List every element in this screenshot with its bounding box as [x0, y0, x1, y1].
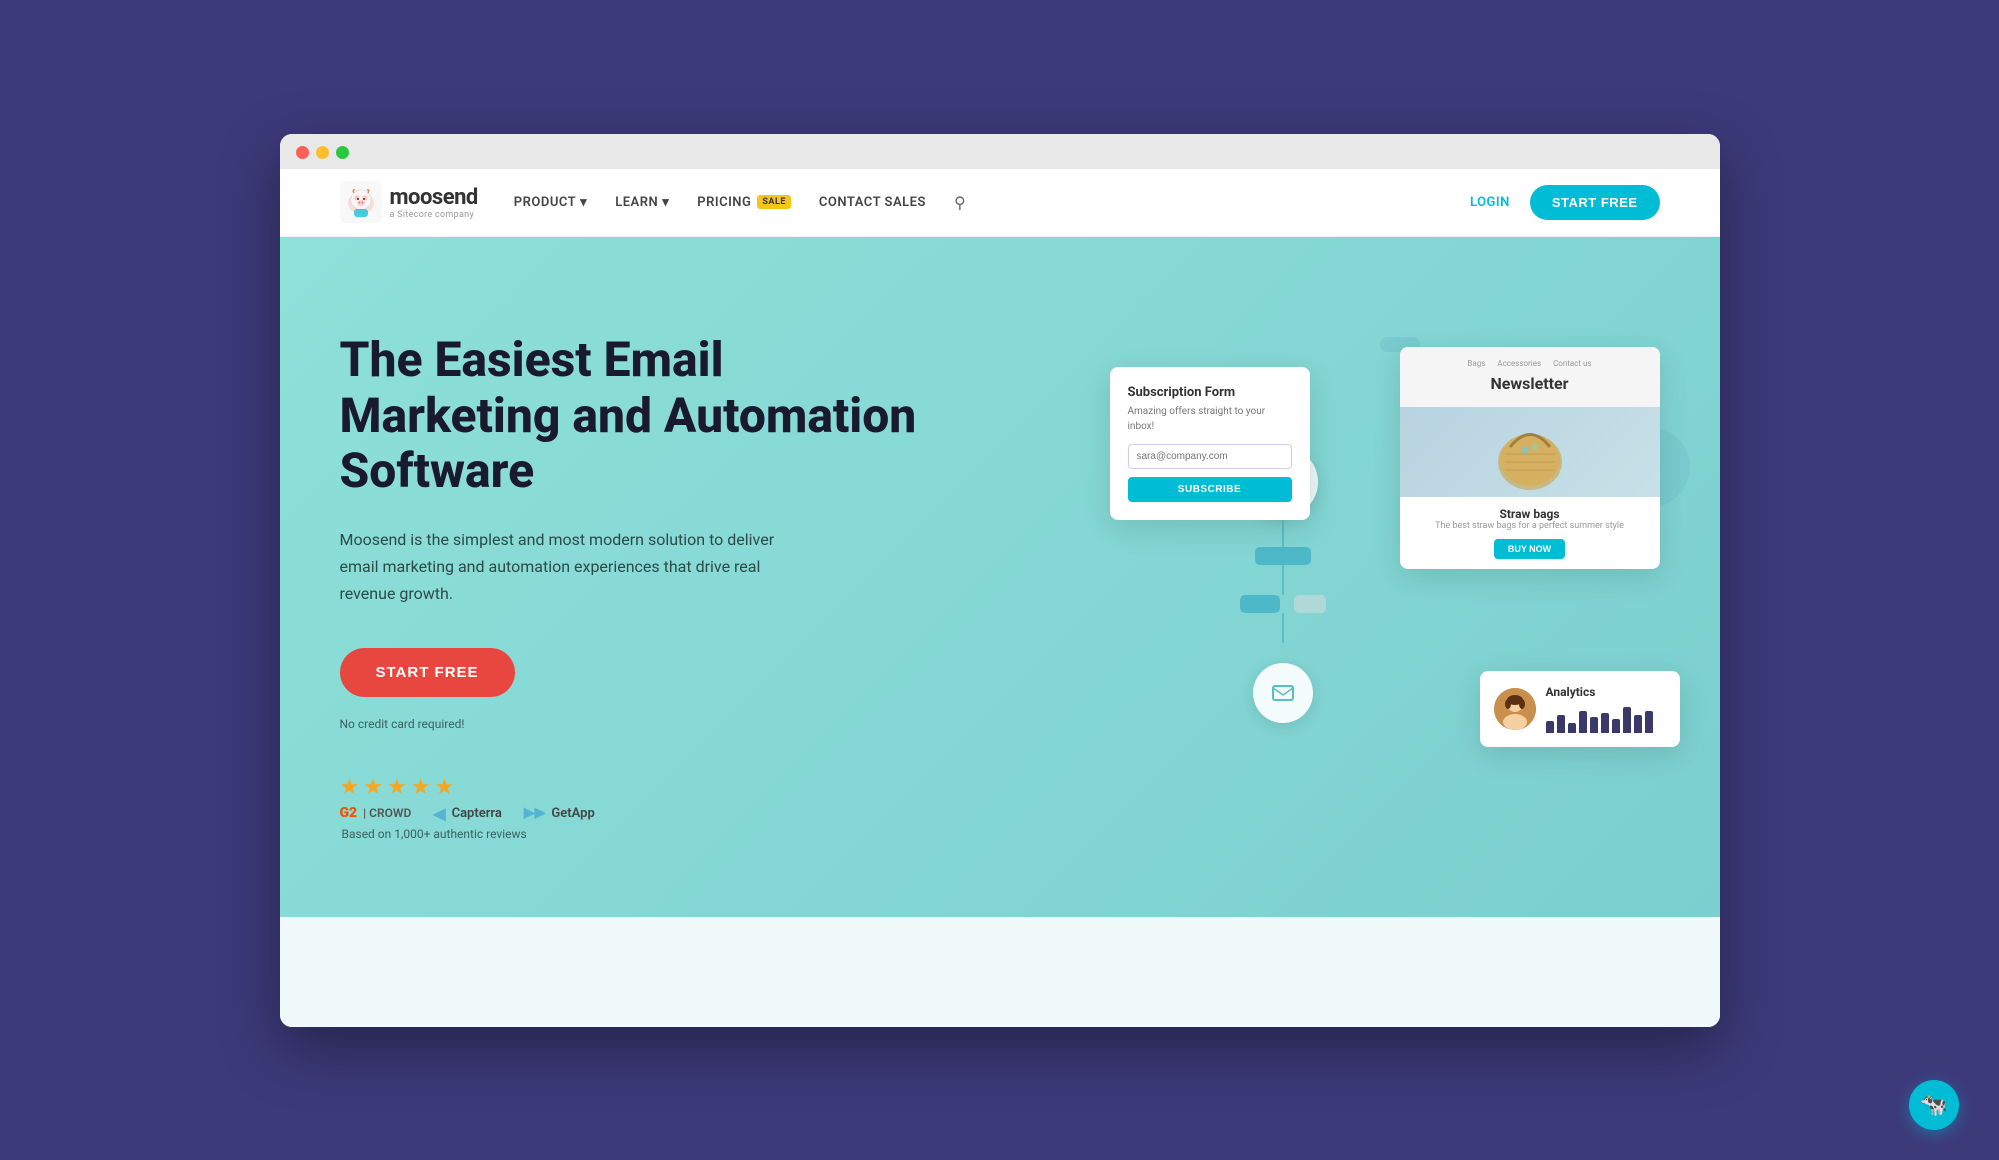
login-link[interactable]: LOGIN — [1470, 195, 1510, 210]
close-button[interactable] — [296, 146, 309, 159]
chat-bubble[interactable]: 🐄 — [1909, 1080, 1959, 1130]
analytics-bar — [1590, 717, 1598, 733]
review-logos: G2 | CROWD ◀ Capterra ▶▶ GetApp — [340, 804, 595, 823]
newsletter-card: Bags Accessories Contact us Newsletter — [1400, 347, 1660, 569]
capterra-icon: ◀ — [433, 804, 445, 823]
star-5: ★ — [434, 775, 454, 800]
newsletter-nav-contact: Contact us — [1553, 359, 1591, 368]
hero-visual: Subscription Form Amazing offers straigh… — [1100, 347, 1660, 807]
analytics-bar — [1645, 711, 1653, 733]
g2-label: | CROWD — [363, 806, 411, 820]
newsletter-product-title: Straw bags — [1414, 507, 1646, 521]
start-free-nav-button[interactable]: START FREE — [1530, 185, 1660, 220]
newsletter-title: Newsletter — [1416, 374, 1644, 393]
hero-section: The Easiest Email Marketing and Automati… — [280, 237, 1720, 917]
learn-chevron-icon: ▾ — [662, 195, 669, 210]
maximize-button[interactable] — [336, 146, 349, 159]
analytics-bars — [1546, 705, 1666, 733]
subscription-card: Subscription Form Amazing offers straigh… — [1110, 367, 1310, 520]
analytics-bar — [1546, 721, 1554, 733]
sale-badge: SALE — [757, 195, 791, 209]
logo-subtitle: a Sitecore company — [390, 210, 478, 220]
getapp-icon: ▶▶ — [524, 805, 546, 821]
flow-branch-2 — [1294, 595, 1326, 613]
logo-link[interactable]: moosend a Sitecore company — [340, 181, 478, 223]
subscribe-button[interactable]: SUBSCRIBE — [1128, 477, 1292, 502]
browser-window: moosend a Sitecore company PRODUCT ▾ LEA… — [280, 134, 1720, 1027]
logo-text: moosend a Sitecore company — [390, 185, 478, 220]
analytics-bar — [1579, 711, 1587, 733]
capterra-logo: ◀ Capterra — [433, 804, 502, 823]
navbar: moosend a Sitecore company PRODUCT ▾ LEA… — [280, 169, 1720, 237]
flow-connector-1 — [1282, 517, 1284, 547]
contact-sales-nav-link[interactable]: CONTACT SALES — [819, 195, 926, 210]
logo-name: moosend — [390, 185, 478, 210]
analytics-bar — [1557, 715, 1565, 733]
newsletter-header: Bags Accessories Contact us Newsletter — [1400, 347, 1660, 407]
star-rating: ★ ★ ★ ★ ★ — [340, 775, 595, 800]
newsletter-body: Straw bags The best straw bags for a per… — [1400, 497, 1660, 569]
chat-icon: 🐄 — [1920, 1093, 1947, 1118]
browser-chrome — [280, 134, 1720, 169]
flow-step-email — [1253, 663, 1313, 723]
flow-box-1 — [1255, 547, 1311, 565]
hero-title: The Easiest Email Marketing and Automati… — [340, 332, 920, 498]
nav-links: PRODUCT ▾ LEARN ▾ PRICING SALE CONTACT S… — [514, 193, 1470, 212]
analytics-card: Analytics — [1480, 671, 1680, 747]
flow-connector-3 — [1282, 613, 1284, 643]
bottom-bar — [280, 917, 1720, 1027]
analytics-bar — [1634, 715, 1642, 733]
analytics-bar — [1612, 719, 1620, 733]
star-2: ★ — [363, 775, 383, 800]
traffic-lights — [296, 146, 349, 159]
analytics-content: Analytics — [1546, 685, 1666, 733]
getapp-label: GetApp — [551, 806, 594, 821]
review-text: Based on 1,000+ authentic reviews — [342, 827, 595, 841]
no-credit-text: No credit card required! — [340, 717, 920, 731]
hero-description: Moosend is the simplest and most modern … — [340, 526, 800, 608]
analytics-bar — [1568, 723, 1576, 733]
analytics-avatar — [1494, 688, 1536, 730]
flow-branches — [1240, 595, 1326, 613]
newsletter-nav: Bags Accessories Contact us — [1416, 359, 1644, 368]
newsletter-product-desc: The best straw bags for a perfect summer… — [1414, 521, 1646, 531]
getapp-logo: ▶▶ GetApp — [524, 805, 595, 821]
g2-crowd-logo: G2 | CROWD — [340, 805, 412, 821]
newsletter-nav-accessories: Accessories — [1497, 359, 1541, 368]
star-1: ★ — [340, 775, 360, 800]
hero-content: The Easiest Email Marketing and Automati… — [340, 332, 920, 840]
analytics-bar — [1601, 713, 1609, 733]
subscription-email-input[interactable] — [1128, 444, 1292, 469]
subscription-card-title: Subscription Form — [1128, 385, 1292, 400]
stars-area: ★ ★ ★ ★ ★ G2 | CROWD ◀ Capterra — [340, 775, 595, 841]
analytics-bar — [1623, 707, 1631, 733]
search-icon[interactable]: ⚲ — [954, 193, 966, 212]
capterra-label: Capterra — [452, 806, 502, 821]
analytics-title: Analytics — [1546, 685, 1666, 699]
pricing-nav-link[interactable]: PRICING SALE — [697, 195, 791, 210]
star-4: ★ — [411, 775, 431, 800]
newsletter-nav-bags: Bags — [1467, 359, 1485, 368]
minimize-button[interactable] — [316, 146, 329, 159]
newsletter-product-image — [1400, 407, 1660, 497]
flow-branch-1 — [1240, 595, 1280, 613]
product-nav-link[interactable]: PRODUCT ▾ — [514, 195, 587, 210]
subscription-card-desc: Amazing offers straight to your inbox! — [1128, 404, 1292, 434]
g2-icon: G2 — [340, 805, 358, 821]
flow-connector-2 — [1282, 565, 1284, 595]
learn-nav-link[interactable]: LEARN ▾ — [615, 195, 669, 210]
star-3: ★ — [387, 775, 407, 800]
buy-now-button[interactable]: Buy Now — [1494, 539, 1565, 559]
reviews-section: ★ ★ ★ ★ ★ G2 | CROWD ◀ Capterra — [340, 775, 920, 841]
logo-icon — [340, 181, 382, 223]
nav-right: LOGIN START FREE — [1470, 185, 1660, 220]
start-free-hero-button[interactable]: START FREE — [340, 648, 515, 697]
product-chevron-icon: ▾ — [580, 195, 587, 210]
